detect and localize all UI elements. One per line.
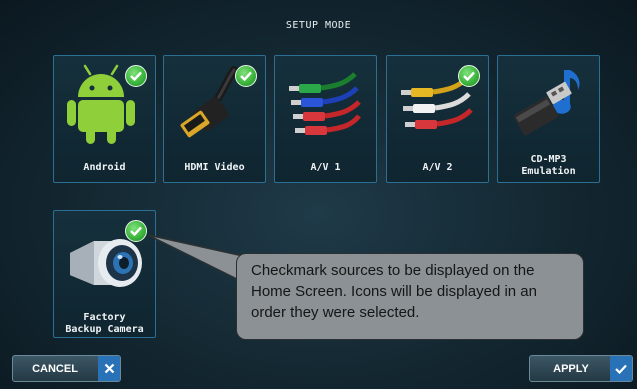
checkmark-icon[interactable] [125,220,147,242]
apply-button[interactable]: APPLY [529,355,633,382]
source-label: A/V 2 [422,162,453,173]
checkmark-icon[interactable] [235,65,257,87]
usb-music-icon [513,70,580,136]
source-tile-av1[interactable]: A/V 1 [274,55,377,183]
source-tile-cd-mp3[interactable]: CD-MP3 Emulation [497,55,600,183]
checkmark-icon [610,356,632,381]
source-label: HDMI Video [184,162,245,173]
close-icon [98,356,120,381]
callout-pointer [147,234,244,284]
rca-cables-icon [289,72,361,135]
setup-screen: SETUP MODE Android HDMI Video A/V 1 A/V … [0,0,637,389]
source-label: Android [83,162,126,173]
source-tile-backup-camera[interactable]: Factory Backup Camera [53,210,156,338]
page-title: SETUP MODE [285,20,352,31]
checkmark-icon[interactable] [125,65,147,87]
cancel-button[interactable]: CANCEL [12,355,121,382]
checkmark-icon[interactable] [458,65,480,87]
help-callout: Checkmark sources to be displayed on the… [236,253,584,340]
apply-button-label: APPLY [553,362,589,375]
source-tile-av2[interactable]: A/V 2 [386,55,489,183]
source-label: A/V 1 [310,162,341,173]
source-tile-hdmi[interactable]: HDMI Video [163,55,266,183]
source-label: CD-MP3 Emulation [521,154,576,177]
cancel-button-label: CANCEL [32,362,78,375]
callout-text: Checkmark sources to be displayed on the… [251,262,537,321]
source-label: Factory Backup Camera [65,312,144,335]
source-tile-android[interactable]: Android [53,55,156,183]
